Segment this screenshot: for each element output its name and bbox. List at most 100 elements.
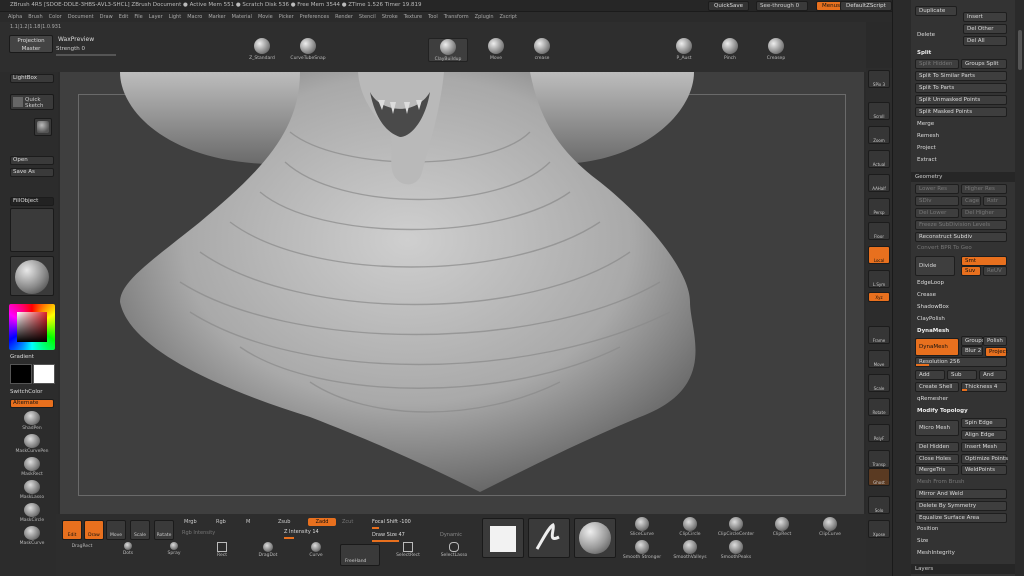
- split-unmasked-button[interactable]: Split Unmasked Points: [915, 95, 1007, 105]
- projection-master-button[interactable]: Projection Master: [9, 35, 53, 53]
- smt-toggle[interactable]: Smt: [961, 256, 1007, 266]
- resolution-slider[interactable]: Resolution 256: [915, 357, 1007, 367]
- reuv-toggle[interactable]: ReUV: [983, 266, 1007, 276]
- spin-edge-button[interactable]: Spin Edge: [961, 418, 1007, 428]
- brush-claybuildup[interactable]: ClayBuildup: [428, 38, 468, 62]
- main-color-swatch[interactable]: [10, 364, 32, 384]
- tool-selectlasso[interactable]: SelectLasso: [434, 542, 474, 558]
- mrgb-toggle[interactable]: Mrgb: [184, 519, 197, 525]
- zadd-toggle[interactable]: Zadd: [308, 518, 336, 526]
- menu-item[interactable]: Material: [232, 12, 252, 22]
- project-toggle[interactable]: Project: [985, 347, 1008, 357]
- draw-size-slider[interactable]: Draw Size 47: [372, 532, 442, 542]
- split-parts-button[interactable]: Split To Parts: [915, 83, 1007, 93]
- suv-toggle[interactable]: Suv: [961, 266, 981, 276]
- polish-toggle[interactable]: Polish: [983, 336, 1007, 346]
- menu-item[interactable]: Marker: [208, 12, 225, 22]
- delete-button[interactable]: Delete: [917, 30, 935, 40]
- brush-pinch[interactable]: Pinch: [710, 38, 750, 61]
- brush-move[interactable]: Move: [476, 38, 516, 61]
- mirror-and-weld-button[interactable]: Mirror And Weld: [915, 489, 1007, 499]
- material-slot[interactable]: [10, 256, 54, 296]
- menu-item[interactable]: Zscript: [500, 12, 517, 22]
- clipcircle-brush[interactable]: ClipCircle: [670, 517, 710, 537]
- stroke-dots[interactable]: Dots: [108, 542, 148, 556]
- geometry-header[interactable]: Geometry: [911, 172, 1015, 182]
- menu-item[interactable]: Preferences: [300, 12, 329, 22]
- add-button[interactable]: Add: [915, 370, 945, 380]
- mergetris-button[interactable]: MergeTris: [915, 465, 959, 475]
- persp-button[interactable]: Persp: [868, 198, 890, 216]
- menu-item[interactable]: Stencil: [359, 12, 376, 22]
- menu-item[interactable]: Light: [169, 12, 181, 22]
- menu-item[interactable]: Draw: [100, 12, 113, 22]
- color-picker[interactable]: [9, 304, 55, 350]
- menu-item[interactable]: Macro: [187, 12, 202, 22]
- document-canvas[interactable]: [60, 72, 864, 514]
- smooth-stronger-brush[interactable]: Smooth Stronger: [622, 540, 662, 560]
- zsub-toggle[interactable]: Zsub: [278, 519, 290, 525]
- maskcurve-brush[interactable]: MaskCurve: [8, 526, 56, 546]
- palette-scrollbar[interactable]: [1018, 30, 1022, 70]
- shadowbox-section[interactable]: ShadowBox: [917, 302, 949, 312]
- layers-header[interactable]: Layers: [911, 564, 1015, 574]
- menu-item[interactable]: Tool: [428, 12, 438, 22]
- split-header[interactable]: Split: [917, 48, 931, 58]
- tool-rect[interactable]: Rect: [202, 542, 242, 558]
- dynamesh-header[interactable]: DynaMesh: [917, 326, 949, 336]
- menu-item[interactable]: Transform: [444, 12, 469, 22]
- menu-item[interactable]: Render: [335, 12, 353, 22]
- merge-section[interactable]: Merge: [917, 119, 934, 129]
- rotate-button[interactable]: Rotate: [154, 520, 174, 540]
- maskcircle-brush[interactable]: MaskCircle: [8, 503, 56, 523]
- duplicate-button[interactable]: Duplicate: [915, 6, 957, 16]
- claypolish-section[interactable]: ClayPolish: [917, 314, 945, 324]
- menu-item[interactable]: Zplugin: [475, 12, 494, 22]
- slicecurve-brush[interactable]: SliceCurve: [622, 517, 662, 537]
- menu-item[interactable]: Document: [68, 12, 94, 22]
- split-similar-button[interactable]: Split To Similar Parts: [915, 71, 1007, 81]
- local-button[interactable]: Local: [868, 246, 890, 264]
- strength-slider[interactable]: Strength 0: [56, 46, 116, 56]
- quicksave-button[interactable]: QuickSave: [708, 1, 750, 11]
- weldpoints-button[interactable]: WeldPoints: [961, 465, 1007, 475]
- brush-p-aust[interactable]: P_Aust: [664, 38, 704, 61]
- extract-section[interactable]: Extract: [917, 155, 937, 165]
- rgb-toggle[interactable]: Rgb: [216, 519, 226, 525]
- cliprect-brush[interactable]: ClipRect: [762, 517, 802, 537]
- default-zscript-button[interactable]: DefaultZScript: [840, 1, 892, 11]
- split-hidden-button[interactable]: Split Hidden: [915, 59, 959, 69]
- menu-item[interactable]: Color: [49, 12, 62, 22]
- menu-item[interactable]: Movie: [258, 12, 273, 22]
- del-hidden-button[interactable]: Del Hidden: [915, 442, 959, 452]
- micro-mesh-button[interactable]: Micro Mesh: [915, 420, 959, 436]
- smoothvalleys-brush[interactable]: SmoothValleys: [670, 540, 710, 560]
- freeze-subdiv-button[interactable]: Freeze SubDivision Levels: [915, 220, 1007, 230]
- texture-slot[interactable]: [10, 208, 54, 252]
- tool-selectrect[interactable]: SelectRect: [388, 542, 428, 558]
- tool-freehand[interactable]: FreeHand: [340, 544, 380, 566]
- material-icon[interactable]: [34, 118, 52, 136]
- stroke-slot[interactable]: [528, 518, 570, 558]
- secondary-color-swatch[interactable]: [33, 364, 55, 384]
- move-button[interactable]: Move: [106, 520, 126, 540]
- sub-button[interactable]: Sub: [947, 370, 977, 380]
- blur-slider[interactable]: Blur 2: [961, 346, 983, 356]
- stroke-dragrect[interactable]: DragRect: [62, 544, 102, 549]
- shadpen-brush[interactable]: ShadPen: [8, 411, 56, 431]
- scale-button[interactable]: Scale: [130, 520, 150, 540]
- transp-button[interactable]: Transp: [868, 450, 890, 468]
- modify-topology-header[interactable]: Modify Topology: [917, 406, 968, 416]
- clipcirclecenter-brush[interactable]: ClipCircleCenter: [716, 517, 756, 537]
- aahalf-button[interactable]: AAHalf: [868, 174, 890, 192]
- project-section[interactable]: Project: [917, 143, 936, 153]
- quick-sketch-button[interactable]: Quick Sketch: [10, 94, 54, 110]
- tool-dragdot[interactable]: DragDot: [248, 542, 288, 558]
- dynamesh-button[interactable]: DynaMesh: [915, 338, 959, 356]
- open-button[interactable]: Open: [10, 156, 54, 165]
- color-square[interactable]: [17, 312, 47, 342]
- gradient-label[interactable]: Gradient: [10, 354, 34, 360]
- maskrect-brush[interactable]: MaskRect: [8, 457, 56, 477]
- maskcurvepen-brush[interactable]: MaskCurvePen: [8, 434, 56, 454]
- thickness-slider[interactable]: Thickness 4: [961, 382, 1007, 392]
